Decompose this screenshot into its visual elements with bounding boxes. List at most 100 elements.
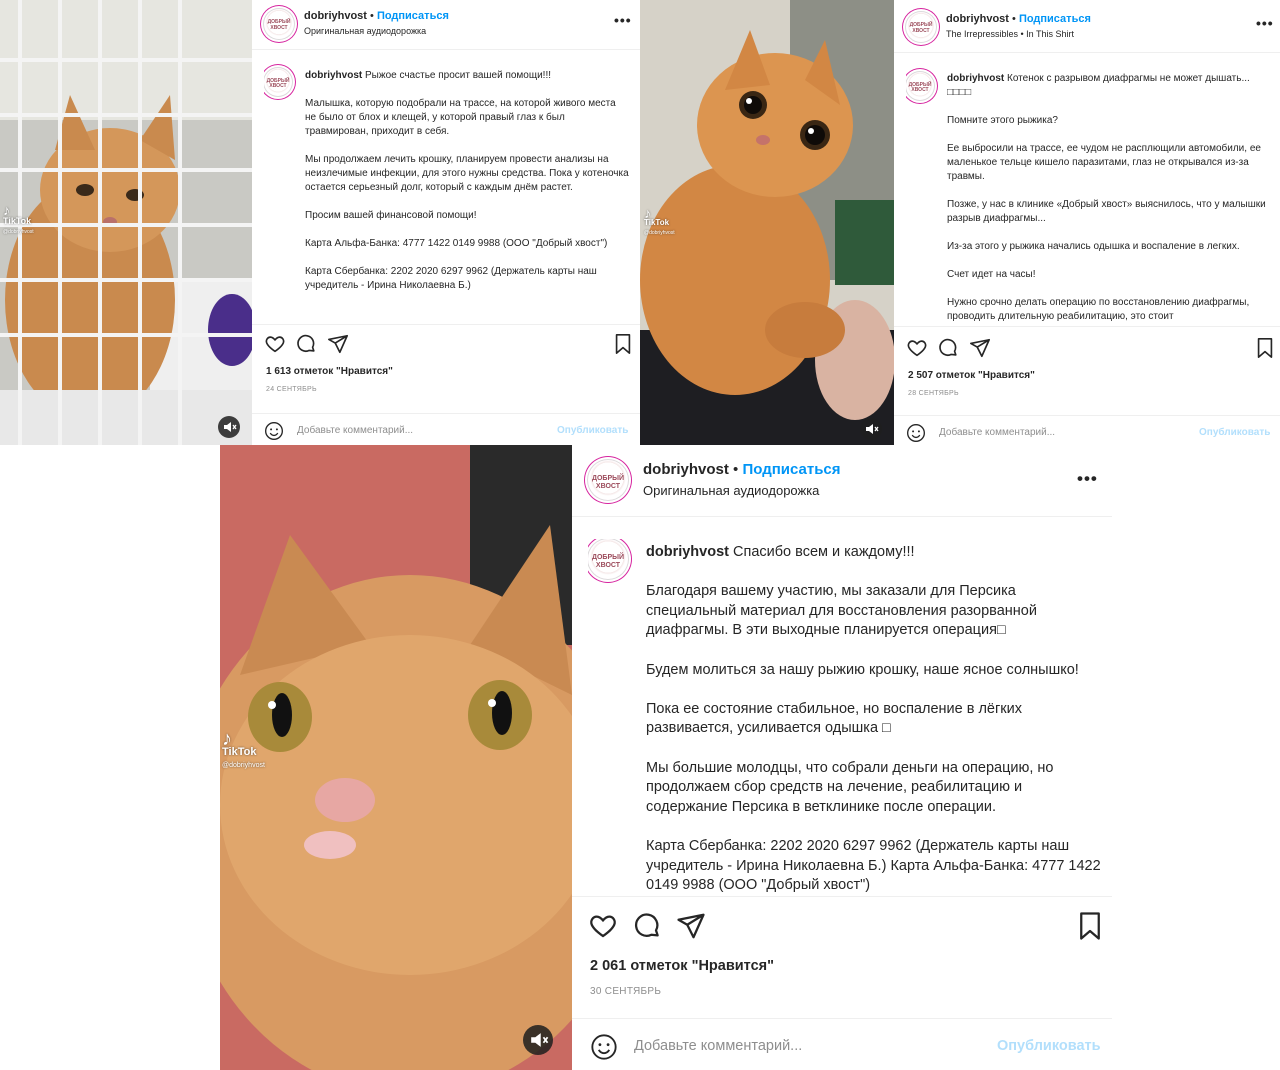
post-3-comment-bar: Добавьте комментарий... Опубликовать [572,1018,1112,1070]
caption-paragraph: Мы продолжаем лечить крошку, планируем п… [305,154,629,193]
post-2-follow-button[interactable]: Подписаться [1019,13,1091,25]
post-3-panel: ДОБРЫЙ ХВОСТ dobriyhvost • Подписаться О… [572,445,1112,1070]
caption-paragraph: Помните этого рыжика? [947,115,1058,126]
more-icon[interactable]: ••• [614,12,632,28]
post-3-photo[interactable]: ♪ TikTok @dobriyhvost [220,445,572,1070]
caption-paragraph: Пока ее состояние стабильное, но воспале… [646,700,1022,737]
post-2-date[interactable]: 28 сентябрь [908,390,959,397]
share-icon[interactable] [676,911,706,941]
post-1-follow-button[interactable]: Подписаться [377,10,449,22]
publish-button[interactable]: Опубликовать [557,425,628,436]
share-icon[interactable] [327,333,349,355]
caption-paragraph: Ее выбросили на трассе, ее чудом не расп… [947,143,1261,182]
separator-dot: • [1012,13,1016,25]
post-3-date[interactable]: 30 сентябрь [590,986,661,997]
mute-icon [866,424,879,434]
post-3-username[interactable]: dobriyhvost [643,461,729,478]
caption-paragraph: Просим вашей финансовой помощи! [305,210,477,221]
kitten-closeup-image [220,445,572,1070]
caption-paragraph: Нужно срочно делать операцию по восстано… [947,297,1250,322]
post-3-header: ДОБРЫЙ ХВОСТ dobriyhvost • Подписаться О… [572,445,1112,517]
comment-input[interactable]: Добавьте комментарий... [939,427,1055,438]
post-2-caption-avatar[interactable]: ДОБРЫЙ ХВОСТ [906,72,934,100]
post-3-audio-label[interactable]: Оригинальная аудиодорожка [643,483,819,498]
post-2-like-count[interactable]: 2 507 отметок "Нравится" [908,370,1035,381]
caption-lead: Котенок с разрывом диафрагмы не может ды… [1007,73,1250,84]
separator-dot: • [370,10,374,22]
mute-icon [224,422,237,432]
post-1-actions: 1 613 отметок "Нравится" 24 сентябрь [252,324,640,405]
more-icon[interactable]: ••• [1256,15,1274,31]
post-2-username[interactable]: dobriyhvost [946,13,1009,25]
post-2-caption: ДОБРЫЙ ХВОСТ dobriyhvost Котенок с разры… [906,66,1271,324]
post-3-like-count[interactable]: 2 061 отметок "Нравится" [590,958,774,974]
caption-paragraph: Малышка, которую подобрали на трассе, на… [305,98,616,137]
caption-paragraph: Из-за этого у рыжика начались одышка и в… [947,241,1240,252]
publish-button[interactable]: Опубликовать [1199,427,1270,438]
comment-input[interactable]: Добавьте комментарий... [297,425,413,436]
post-3-avatar[interactable]: ДОБРЫЙ ХВОСТ [588,460,628,500]
publish-button[interactable]: Опубликовать [997,1038,1101,1054]
mute-button[interactable] [860,418,882,440]
post-2-panel: ДОБРЫЙ ХВОСТ dobriyhvost • Подписаться T… [894,0,1280,445]
caption-username[interactable]: dobriyhvost [305,70,362,81]
post-3-actions: 2 061 отметок "Нравится" 30 сентябрь [572,896,1112,1012]
bookmark-icon[interactable] [1254,337,1276,359]
bookmark-icon[interactable] [1075,911,1105,941]
mute-button[interactable] [218,416,240,438]
caption-paragraph: Будем молиться за нашу рыжию крошку, наш… [646,661,1079,678]
post-2-avatar[interactable]: ДОБРЫЙ ХВОСТ [906,12,936,42]
post-1-audio-label[interactable]: Оригинальная аудиодорожка [304,26,426,36]
emoji-icon[interactable] [906,423,926,443]
heart-icon[interactable] [588,911,618,941]
post-1-comment-bar: Добавьте комментарий... Опубликовать [252,413,640,445]
post-3-caption-avatar[interactable]: ДОБРЫЙ ХВОСТ [588,539,628,579]
post-1-caption-avatar[interactable]: ДОБРЫЙ ХВОСТ [264,68,292,96]
share-icon[interactable] [969,337,991,359]
comment-icon[interactable] [937,337,959,359]
caption-paragraph: Счет идет на часы! [947,269,1036,280]
emoji-icon[interactable] [264,421,284,441]
post-1-panel: ДОБРЫЙ ХВОСТ dobriyhvost • Подписаться О… [252,0,640,445]
post-1-date[interactable]: 24 сентябрь [266,386,317,393]
tiktok-icon: ♪ [644,205,651,221]
post-2-photo[interactable]: ♪ TikTok @dobriyhvost [640,0,894,445]
kitten-looking-up-image [640,0,894,445]
comment-icon[interactable] [295,333,317,355]
post-1-avatar[interactable]: ДОБРЫЙ ХВОСТ [264,9,294,39]
caption-paragraph: Мы большие молодцы, что собрали деньги н… [646,759,1054,815]
caption-paragraph: Карта Сбербанка: 2202 2020 6297 9962 (Де… [305,266,597,291]
kitten-in-cage-image [0,0,252,445]
post-1-like-count[interactable]: 1 613 отметок "Нравится" [266,366,393,377]
post-2-audio-label[interactable]: The Irrepressibles • In This Shirt [946,29,1074,39]
comment-input[interactable]: Добавьте комментарий... [634,1038,802,1054]
tiktok-logo: ♪ TikTok @dobriyhvost [222,728,265,769]
caption-username[interactable]: dobriyhvost [947,73,1004,84]
post-3-follow-button[interactable]: Подписаться [742,461,840,478]
bookmark-icon[interactable] [612,333,634,355]
caption-paragraph: □□□□ [947,87,972,98]
post-2-actions: 2 507 отметок "Нравится" 28 сентябрь [894,326,1280,409]
emoji-icon[interactable] [590,1033,618,1061]
post-1-username[interactable]: dobriyhvost [304,10,367,22]
post-1-caption: ДОБРЫЙ ХВОСТ dobriyhvost Рыжое счастье п… [264,62,629,320]
post-2-header: ДОБРЫЙ ХВОСТ dobriyhvost • Подписаться T… [894,0,1280,53]
caption-username[interactable]: dobriyhvost [646,544,729,560]
post-1-photo[interactable]: ♪ TikTok @dobriyhvost [0,0,252,445]
caption-lead: Рыжое счастье просит вашей помощи!!! [365,70,552,81]
post-1-header: ДОБРЫЙ ХВОСТ dobriyhvost • Подписаться О… [252,0,640,50]
heart-icon[interactable] [906,337,928,359]
post-2-comment-bar: Добавьте комментарий... Опубликовать [894,415,1280,445]
separator-dot: • [733,461,739,478]
caption-paragraph: Карта Сбербанка: 2202 2020 6297 9962 (Де… [646,837,1101,893]
heart-icon[interactable] [264,333,286,355]
comment-icon[interactable] [632,911,662,941]
more-icon[interactable]: ••• [1077,469,1098,489]
post-3-caption: ДОБРЫЙ ХВОСТ dobriyhvost Спасибо всем и … [588,539,1108,893]
tiktok-icon: ♪ [222,728,232,750]
caption-lead: Спасибо всем и каждому!!! [733,544,915,560]
mute-button[interactable] [523,1025,553,1055]
caption-paragraph: Благодаря вашему участию, мы заказали дл… [646,583,1037,639]
tiktok-icon: ♪ [3,202,10,218]
mute-icon [531,1033,549,1047]
